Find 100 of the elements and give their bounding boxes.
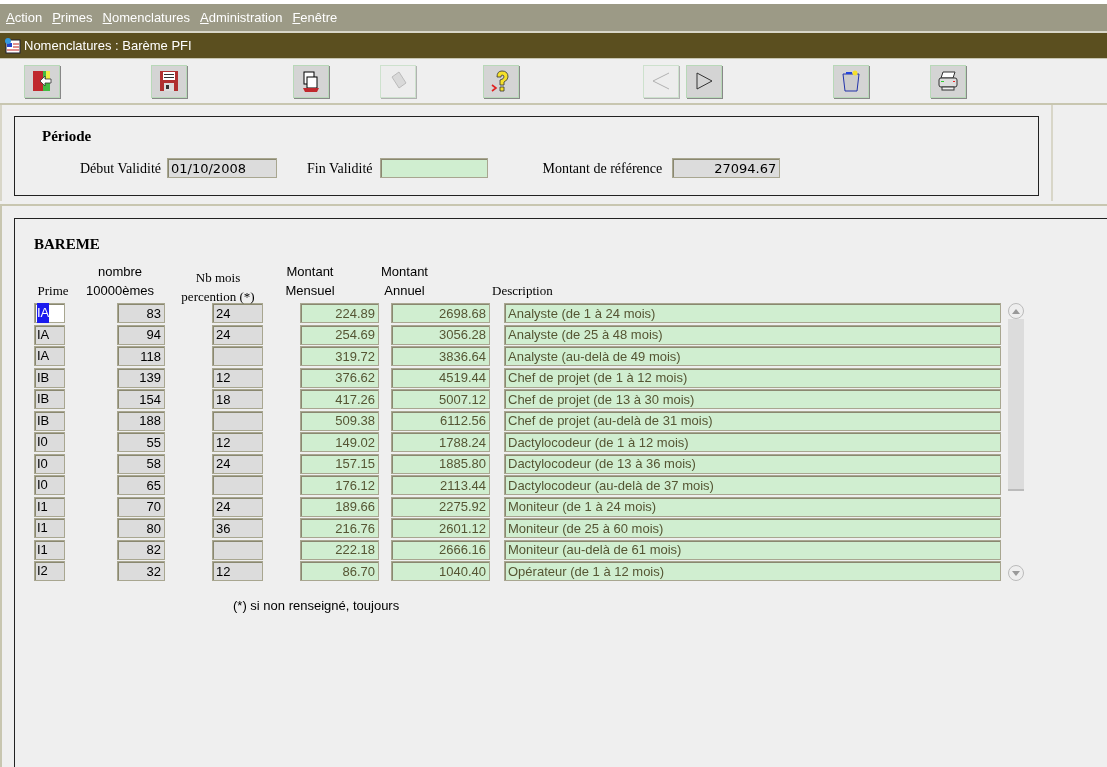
- annual-amount-field[interactable]: 2666.16: [391, 539, 490, 560]
- annual-amount-field[interactable]: 2113.44: [391, 475, 490, 495]
- months-field[interactable]: 12: [212, 432, 263, 452]
- annual-amount-field[interactable]: 3056.28: [391, 324, 490, 345]
- ten-thousandths-field[interactable]: 32: [117, 561, 165, 581]
- question-mark-icon: [490, 69, 512, 93]
- monthly-amount-field[interactable]: 157.15: [300, 453, 379, 474]
- annual-amount-field[interactable]: 2275.92: [391, 496, 490, 517]
- months-field[interactable]: 12: [212, 367, 263, 388]
- months-field[interactable]: 24: [212, 496, 263, 517]
- months-field[interactable]: [212, 346, 263, 366]
- annual-amount-field[interactable]: 6112.56: [391, 410, 490, 431]
- prime-field[interactable]: I0: [34, 475, 65, 495]
- description-field[interactable]: Analyste (au-delà de 49 mois): [504, 346, 1001, 366]
- next-tool-button[interactable]: [686, 64, 722, 98]
- description-field[interactable]: Chef de projet (de 1 à 12 mois): [504, 367, 1001, 388]
- months-field[interactable]: [212, 475, 263, 495]
- annual-amount-field[interactable]: 1885.80: [391, 453, 490, 474]
- ten-thousandths-field[interactable]: 118: [117, 346, 165, 366]
- monthly-amount-field[interactable]: 86.70: [300, 561, 379, 581]
- months-field[interactable]: 24: [212, 303, 263, 323]
- trash-tool-button[interactable]: [833, 64, 869, 98]
- scroll-down-button[interactable]: [1008, 565, 1024, 581]
- window-title: Nomenclatures : Barème PFI: [24, 36, 192, 55]
- exit-tool-button[interactable]: [24, 64, 60, 98]
- help-tool-button[interactable]: [483, 64, 519, 98]
- annual-amount-field[interactable]: 2601.12: [391, 518, 490, 538]
- annual-amount-field[interactable]: 3836.64: [391, 346, 490, 366]
- ten-thousandths-field[interactable]: 94: [117, 324, 165, 345]
- monthly-amount-field[interactable]: 222.18: [300, 539, 379, 560]
- monthly-amount-field[interactable]: 216.76: [300, 518, 379, 538]
- prime-field[interactable]: IB: [34, 389, 65, 409]
- monthly-amount-field[interactable]: 417.26: [300, 389, 379, 409]
- wastebasket-icon: [840, 69, 862, 93]
- prime-field[interactable]: IB: [34, 367, 65, 388]
- prime-field[interactable]: I1: [34, 539, 65, 560]
- footnote: (*) si non renseigné, toujours: [233, 598, 400, 613]
- prime-field[interactable]: IA: [34, 303, 65, 323]
- scrollbar[interactable]: [1007, 303, 1025, 581]
- description-field[interactable]: Dactylocodeur (de 13 à 36 mois): [504, 453, 1001, 474]
- description-field[interactable]: Analyste (de 25 à 48 mois): [504, 324, 1001, 345]
- ten-thousandths-field[interactable]: 82: [117, 539, 165, 560]
- description-field[interactable]: Moniteur (de 25 à 60 mois): [504, 518, 1001, 538]
- months-field[interactable]: 12: [212, 561, 263, 581]
- monthly-amount-field[interactable]: 319.72: [300, 346, 379, 366]
- monthly-amount-field[interactable]: 149.02: [300, 432, 379, 452]
- prime-field[interactable]: I0: [34, 453, 65, 474]
- description-field[interactable]: Moniteur (de 1 à 24 mois): [504, 496, 1001, 517]
- description-field[interactable]: Dactylocodeur (au-delà de 37 mois): [504, 475, 1001, 495]
- end-date-label: Fin Validité: [307, 159, 373, 178]
- description-field[interactable]: Moniteur (au-delà de 61 mois): [504, 539, 1001, 560]
- document-tool-button[interactable]: [293, 64, 329, 98]
- prime-field[interactable]: I2: [34, 561, 65, 581]
- prime-field[interactable]: IA: [34, 324, 65, 345]
- prime-field[interactable]: IA: [34, 346, 65, 366]
- scroll-thumb[interactable]: [1008, 319, 1024, 491]
- start-date-label: Début Validité: [80, 159, 161, 178]
- monthly-amount-field[interactable]: 254.69: [300, 324, 379, 345]
- prime-field[interactable]: I1: [34, 496, 65, 517]
- monthly-amount-field[interactable]: 176.12: [300, 475, 379, 495]
- ten-thousandths-field[interactable]: 65: [117, 475, 165, 495]
- months-field[interactable]: [212, 539, 263, 560]
- months-field[interactable]: 24: [212, 324, 263, 345]
- annual-amount-field[interactable]: 1040.40: [391, 561, 490, 581]
- column-header: Montant Annuel: [380, 263, 429, 300]
- ten-thousandths-field[interactable]: 83: [117, 303, 165, 323]
- annual-amount-field[interactable]: 2698.68: [391, 303, 490, 323]
- description-field[interactable]: Dactylocodeur (de 1 à 12 mois): [504, 432, 1001, 452]
- months-field[interactable]: 18: [212, 389, 263, 409]
- description-field[interactable]: Chef de projet (de 13 à 30 mois): [504, 389, 1001, 409]
- ten-thousandths-field[interactable]: 154: [117, 389, 165, 409]
- ten-thousandths-field[interactable]: 139: [117, 367, 165, 388]
- annual-amount-field[interactable]: 5007.12: [391, 389, 490, 409]
- description-field[interactable]: Analyste (de 1 à 24 mois): [504, 303, 1001, 323]
- months-field[interactable]: [212, 410, 263, 431]
- months-field[interactable]: 24: [212, 453, 263, 474]
- months-field[interactable]: 36: [212, 518, 263, 538]
- ten-thousandths-field[interactable]: 58: [117, 453, 165, 474]
- ten-thousandths-field[interactable]: 188: [117, 410, 165, 431]
- start-date-field[interactable]: 01/10/2008: [167, 158, 277, 178]
- ten-thousandths-field[interactable]: 70: [117, 496, 165, 517]
- prime-field[interactable]: IB: [34, 410, 65, 431]
- monthly-amount-field[interactable]: 224.89: [300, 303, 379, 323]
- description-field[interactable]: Chef de projet (au-delà de 31 mois): [504, 410, 1001, 431]
- document-stack-icon: [300, 69, 322, 93]
- annual-amount-field[interactable]: 4519.44: [391, 367, 490, 388]
- annual-amount-field[interactable]: 1788.24: [391, 432, 490, 452]
- monthly-amount-field[interactable]: 509.38: [300, 410, 379, 431]
- reference-amount-field[interactable]: 27094.67: [672, 158, 781, 178]
- monthly-amount-field[interactable]: 189.66: [300, 496, 379, 517]
- ten-thousandths-field[interactable]: 80: [117, 518, 165, 538]
- description-field[interactable]: Opérateur (de 1 à 12 mois): [504, 561, 1001, 581]
- prime-field[interactable]: I1: [34, 518, 65, 538]
- save-tool-button[interactable]: [151, 64, 187, 98]
- scroll-up-button[interactable]: [1008, 303, 1024, 319]
- end-date-field[interactable]: [380, 158, 489, 178]
- prime-field[interactable]: I0: [34, 432, 65, 452]
- monthly-amount-field[interactable]: 376.62: [300, 367, 379, 388]
- ten-thousandths-field[interactable]: 55: [117, 432, 165, 452]
- print-tool-button[interactable]: [930, 64, 966, 98]
